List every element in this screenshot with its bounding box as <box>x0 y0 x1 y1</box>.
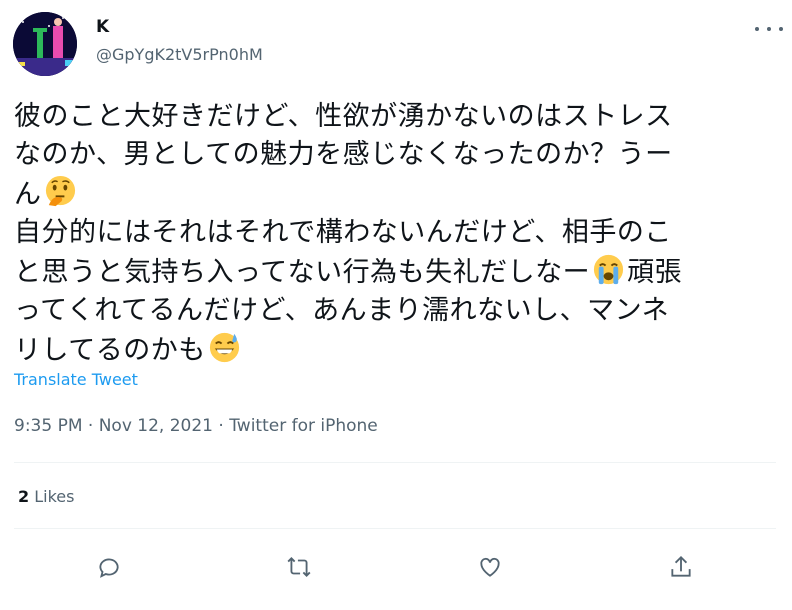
tweet-line: 頑張 <box>627 257 683 288</box>
tweet-line: ってくれてるんだけど、あんまり濡れないし、マンネ <box>14 295 670 326</box>
tweet-line: 彼のこと大好きだけど、性欲が湧かないのはストレス <box>14 101 673 132</box>
tweet-line: と思うと気持ち入ってない行為も失礼だしなー <box>14 257 591 288</box>
tweet-line: 自分的にはそれはそれで構わないんだけど、相手のこ <box>14 217 672 248</box>
avatar[interactable] <box>13 12 77 76</box>
action-bar <box>14 540 776 592</box>
tweet-line: リしてるのかも <box>14 335 206 366</box>
tweet-text: 彼のこと大好きだけど、性欲が湧かないのはストレス なのか、男としての魅力を感じな… <box>14 98 784 370</box>
more-options-icon[interactable] <box>755 19 783 39</box>
grinning-face-with-sweat-icon <box>209 332 239 363</box>
author-name[interactable]: K <box>96 17 109 37</box>
divider <box>14 528 776 529</box>
reply-icon[interactable] <box>92 550 126 584</box>
source-link[interactable]: Twitter for iPhone <box>229 416 378 436</box>
timestamp[interactable]: 9:35 PM · Nov 12, 2021 · <box>14 416 229 436</box>
likes-number: 2 <box>18 487 30 506</box>
retweet-icon[interactable] <box>282 550 316 584</box>
like-icon[interactable] <box>473 550 507 584</box>
divider <box>14 462 776 463</box>
likes-label: Likes <box>29 487 75 506</box>
tweet-line: ん <box>14 179 42 210</box>
thinking-face-icon <box>45 175 75 207</box>
share-icon[interactable] <box>664 550 698 584</box>
author-handle[interactable]: @GpYgK2tV5rPn0hM <box>96 45 263 64</box>
tweet-line: なのか、男としての魅力を感じなくなったのか？うー <box>14 139 673 170</box>
tweet-metadata: 9:35 PM · Nov 12, 2021 · Twitter for iPh… <box>14 416 378 436</box>
likes-count[interactable]: 2 Likes <box>18 487 74 506</box>
loudly-crying-face-icon <box>594 254 624 285</box>
translate-tweet-link[interactable]: Translate Tweet <box>14 370 138 389</box>
tweet: K @GpYgK2tV5rPn0hM 彼のこと大好きだけど、性欲が湧かないのはス… <box>0 0 792 610</box>
